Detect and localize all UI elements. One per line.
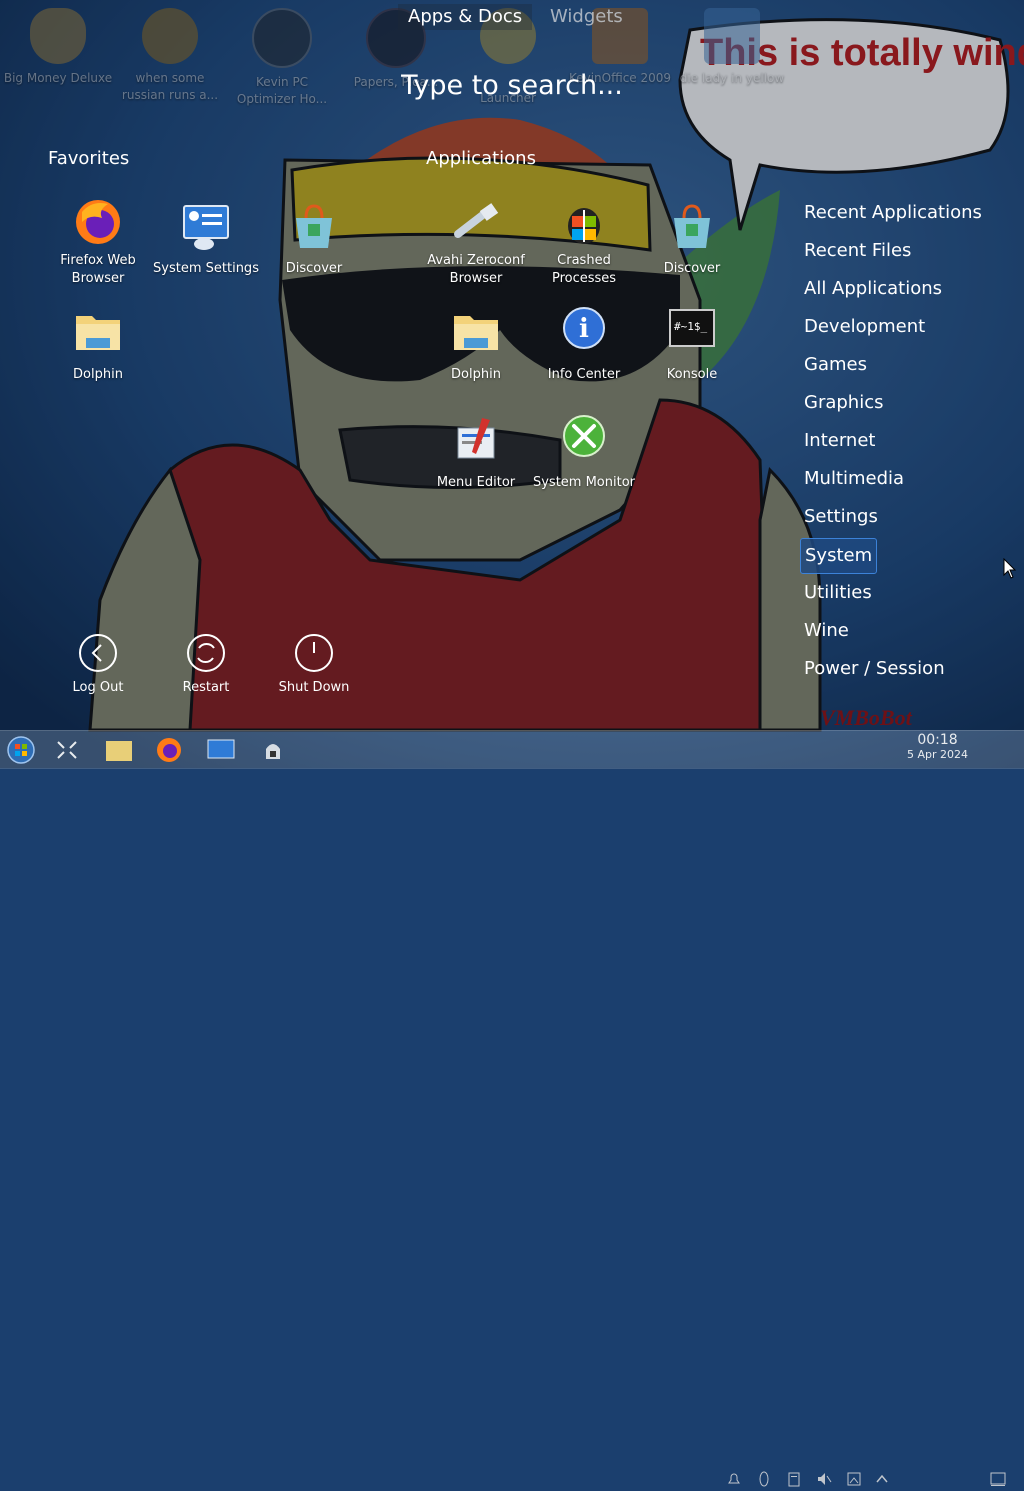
category-utilities[interactable]: Utilities bbox=[800, 574, 990, 612]
applications-heading: Applications bbox=[426, 148, 536, 169]
info-icon: i bbox=[558, 306, 610, 358]
app-label: Menu Editor bbox=[436, 475, 516, 490]
tab-apps-docs[interactable]: Apps & Docs bbox=[398, 4, 533, 30]
overview-button[interactable] bbox=[50, 735, 84, 765]
digital-clock[interactable]: 00:18 5 Apr 2024 bbox=[906, 732, 968, 762]
app-label: Dolphin bbox=[73, 367, 123, 382]
clock-date: 5 Apr 2024 bbox=[906, 748, 968, 761]
app-label: Crashed Processes bbox=[551, 253, 617, 286]
menu-editor-icon bbox=[450, 414, 502, 466]
favorite-system-settings[interactable]: System Settings bbox=[152, 202, 260, 278]
category-system-row: System bbox=[800, 536, 990, 574]
category-wine[interactable]: Wine bbox=[800, 612, 990, 650]
firefox-icon bbox=[72, 196, 124, 248]
app-label: System Monitor bbox=[532, 475, 636, 490]
shopping-bag-icon bbox=[666, 202, 718, 254]
app-label: Info Center bbox=[547, 367, 621, 382]
app-info-center[interactable]: i Info Center bbox=[530, 306, 638, 384]
category-multimedia[interactable]: Multimedia bbox=[800, 460, 990, 498]
app-crashed-processes[interactable]: Crashed Processes bbox=[530, 196, 638, 288]
power-icon bbox=[295, 634, 333, 672]
network-icon[interactable] bbox=[756, 1471, 772, 1487]
show-desktop-icon[interactable] bbox=[990, 1471, 1006, 1487]
shopping-bag-icon bbox=[288, 202, 340, 254]
launcher-tabs: Apps & Docs Widgets bbox=[0, 0, 1024, 32]
app-konsole[interactable]: #~1$_ Konsole bbox=[638, 306, 746, 384]
favorite-firefox[interactable]: Firefox Web Browser bbox=[44, 196, 152, 288]
category-recent-applications[interactable]: Recent Applications bbox=[800, 194, 990, 232]
app-label: System Settings bbox=[153, 261, 259, 276]
firefox-icon bbox=[157, 738, 181, 762]
app-label: Avahi Zeroconf Browser bbox=[427, 253, 525, 286]
favorites-heading: Favorites bbox=[48, 148, 130, 169]
bug-icon bbox=[558, 196, 610, 248]
category-system[interactable]: System bbox=[800, 538, 878, 574]
category-all-applications[interactable]: All Applications bbox=[800, 270, 990, 308]
app-label: Discover bbox=[285, 261, 343, 276]
app-system-monitor[interactable]: System Monitor bbox=[530, 414, 638, 492]
tab-widgets[interactable]: Widgets bbox=[540, 4, 633, 30]
taskbar-dolphin[interactable] bbox=[102, 735, 136, 765]
app-label: Dolphin bbox=[451, 367, 501, 382]
mouse-cursor-icon bbox=[1003, 558, 1017, 579]
settings-monitor-icon bbox=[207, 739, 235, 759]
volume-muted-icon[interactable] bbox=[816, 1471, 832, 1487]
category-development[interactable]: Development bbox=[800, 308, 990, 346]
start-menu-button[interactable] bbox=[4, 735, 38, 765]
app-discover[interactable]: Discover bbox=[638, 202, 746, 278]
clock-time: 00:18 bbox=[917, 732, 958, 748]
app-icon bbox=[266, 744, 280, 759]
svg-text:#~1$_: #~1$_ bbox=[674, 320, 707, 333]
wrench-icon bbox=[558, 414, 610, 466]
clipboard-icon[interactable] bbox=[786, 1471, 802, 1487]
overview-icon bbox=[57, 741, 77, 759]
category-recent-files[interactable]: Recent Files bbox=[800, 232, 990, 270]
category-games[interactable]: Games bbox=[800, 346, 990, 384]
network-cable-icon bbox=[450, 196, 502, 248]
windows-orb-icon bbox=[7, 736, 35, 764]
app-label: Discover bbox=[663, 261, 721, 276]
terminal-icon: #~1$_ bbox=[666, 306, 718, 358]
folder-icon bbox=[450, 306, 502, 358]
chevron-up-icon[interactable] bbox=[874, 1471, 890, 1487]
restart-icon bbox=[187, 634, 225, 672]
logout-icon bbox=[79, 634, 117, 672]
svg-text:i: i bbox=[579, 314, 589, 344]
restart-label: Restart bbox=[182, 680, 230, 695]
category-list: Recent Applications Recent Files All App… bbox=[800, 194, 990, 688]
app-label: Konsole bbox=[666, 367, 718, 382]
display-icon[interactable] bbox=[846, 1471, 862, 1487]
category-graphics[interactable]: Graphics bbox=[800, 384, 990, 422]
category-power-session[interactable]: Power / Session bbox=[800, 650, 990, 688]
category-settings[interactable]: Settings bbox=[800, 498, 990, 536]
app-label: Firefox Web Browser bbox=[60, 253, 136, 286]
restart-button[interactable]: Restart bbox=[156, 634, 256, 695]
logout-label: Log Out bbox=[72, 680, 124, 695]
taskbar-system-settings[interactable] bbox=[204, 735, 238, 765]
folder-icon bbox=[106, 741, 132, 761]
app-dolphin[interactable]: Dolphin bbox=[422, 306, 530, 384]
favorite-discover[interactable]: Discover bbox=[260, 202, 368, 278]
search-field[interactable]: Type to search... bbox=[0, 70, 1024, 101]
settings-monitor-icon bbox=[180, 202, 232, 254]
app-avahi-zeroconf[interactable]: Avahi Zeroconf Browser bbox=[422, 196, 530, 288]
notifications-icon[interactable] bbox=[726, 1471, 742, 1487]
taskbar bbox=[0, 730, 1024, 1487]
folder-icon bbox=[72, 306, 124, 358]
app-menu-editor[interactable]: Menu Editor bbox=[422, 414, 530, 492]
shutdown-button[interactable]: Shut Down bbox=[264, 634, 364, 695]
logout-button[interactable]: Log Out bbox=[48, 634, 148, 695]
taskbar-app[interactable] bbox=[256, 735, 290, 765]
taskbar-firefox[interactable] bbox=[152, 735, 186, 765]
category-internet[interactable]: Internet bbox=[800, 422, 990, 460]
shutdown-label: Shut Down bbox=[278, 680, 350, 695]
favorite-dolphin[interactable]: Dolphin bbox=[44, 306, 152, 384]
